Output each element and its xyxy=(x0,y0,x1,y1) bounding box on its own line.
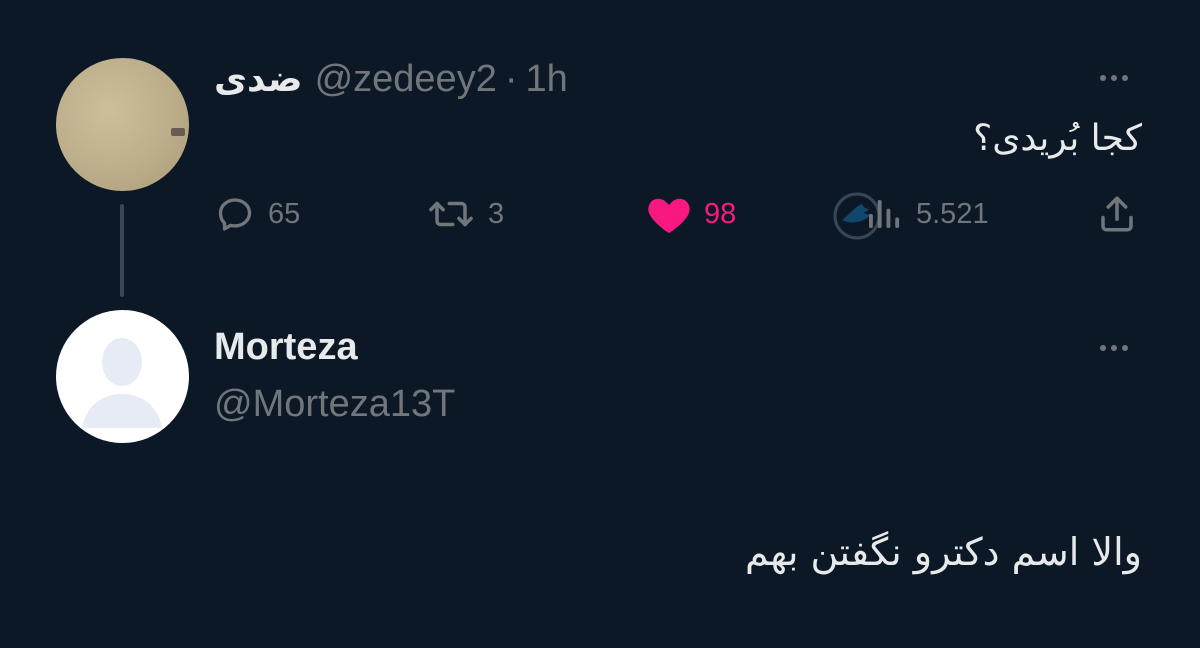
retweet-button[interactable]: 3 xyxy=(426,193,504,235)
timestamp[interactable]: 1h xyxy=(525,58,567,101)
more-options-button[interactable] xyxy=(1100,345,1128,351)
reply-count: 65 xyxy=(268,197,301,230)
tweet-thread: ضدی @zedeey2 · 1h کجا بُریدی؟ 65 3 98 5.… xyxy=(0,0,1200,648)
avatar-zedeey2[interactable] xyxy=(56,58,189,191)
view-count: 5.521 xyxy=(916,197,989,230)
dot-icon xyxy=(1100,75,1106,81)
retweet-count: 3 xyxy=(488,197,505,230)
like-button[interactable]: 98 xyxy=(646,193,736,235)
share-button[interactable] xyxy=(1096,193,1138,235)
dot-icon xyxy=(1111,345,1117,351)
parent-tweet-text: کجا بُریدی؟ xyxy=(973,118,1142,159)
like-count: 98 xyxy=(704,197,737,230)
reply-user-handle[interactable]: @Morteza13T xyxy=(214,383,455,426)
user-handle[interactable]: @zedeey2 xyxy=(315,58,497,101)
thread-connector-line xyxy=(120,204,124,297)
retweet-icon xyxy=(429,201,473,227)
parent-tweet-header: ضدی @zedeey2 · 1h xyxy=(214,58,568,101)
avatar-morteza[interactable] xyxy=(56,310,189,443)
default-avatar-icon xyxy=(82,338,162,428)
dot-icon xyxy=(1122,345,1128,351)
reply-display-name[interactable]: Morteza xyxy=(214,326,358,369)
reply-button[interactable]: 65 xyxy=(214,193,300,235)
avatar-detail xyxy=(171,128,185,136)
dot-icon xyxy=(1122,75,1128,81)
reply-tweet-text: والا اسم دکترو نگفتن بهم xyxy=(745,530,1142,574)
heart-icon xyxy=(648,198,690,234)
views-icon xyxy=(869,200,900,228)
dot-icon xyxy=(1100,345,1106,351)
views-button[interactable]: 5.521 xyxy=(862,193,989,235)
separator-dot: · xyxy=(504,58,518,100)
display-name[interactable]: ضدی xyxy=(214,59,303,100)
dot-icon xyxy=(1111,75,1117,81)
more-options-button[interactable] xyxy=(1100,75,1128,81)
share-icon xyxy=(1101,196,1133,232)
reply-icon xyxy=(218,198,252,231)
